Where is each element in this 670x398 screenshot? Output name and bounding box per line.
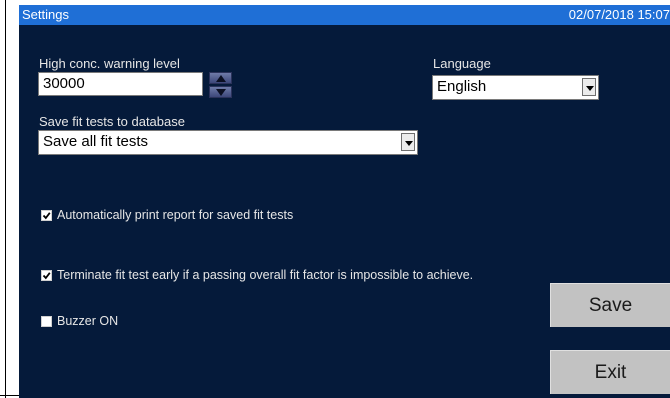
terminate-early-option[interactable]: Terminate fit test early if a passing ov… (41, 268, 473, 282)
warning-level-spinner (209, 72, 232, 98)
settings-window: Settings 02/07/2018 15:07 High conc. war… (19, 5, 670, 398)
save-fit-value: Save all fit tests (43, 133, 149, 150)
warning-level-label: High conc. warning level (39, 56, 180, 71)
window-frame-left (5, 0, 6, 398)
buzzer-option[interactable]: Buzzer ON (41, 314, 118, 328)
save-fit-dropdown[interactable]: Save all fit tests (38, 130, 418, 155)
title-bar: Settings 02/07/2018 15:07 (19, 5, 670, 25)
buzzer-checkbox[interactable] (41, 315, 52, 327)
terminate-early-label: Terminate fit test early if a passing ov… (57, 268, 474, 282)
language-dropdown[interactable]: English (432, 75, 599, 100)
auto-print-label: Automatically print report for saved fit… (57, 208, 294, 222)
spin-up-button[interactable] (209, 72, 232, 84)
checkmark-icon (42, 211, 51, 219)
checkmark-icon (42, 271, 51, 279)
triangle-up-icon (216, 75, 226, 82)
window-frame-bottom (0, 395, 20, 396)
window-title: Settings (22, 7, 69, 22)
chevron-down-icon[interactable] (401, 133, 415, 151)
save-button[interactable]: Save (550, 283, 670, 327)
auto-print-option[interactable]: Automatically print report for saved fit… (41, 208, 293, 222)
language-label: Language (433, 56, 491, 71)
exit-button[interactable]: Exit (550, 350, 670, 394)
datetime-display: 02/07/2018 15:07 (568, 7, 670, 22)
language-value: English (437, 78, 487, 95)
triangle-down-icon (216, 89, 226, 96)
chevron-down-icon[interactable] (582, 78, 596, 96)
auto-print-checkbox[interactable] (41, 209, 52, 221)
spin-down-button[interactable] (209, 86, 232, 98)
terminate-early-checkbox[interactable] (41, 269, 52, 281)
buzzer-label: Buzzer ON (57, 314, 119, 328)
save-fit-label: Save fit tests to database (39, 114, 185, 129)
warning-level-input[interactable]: 30000 (38, 72, 203, 96)
